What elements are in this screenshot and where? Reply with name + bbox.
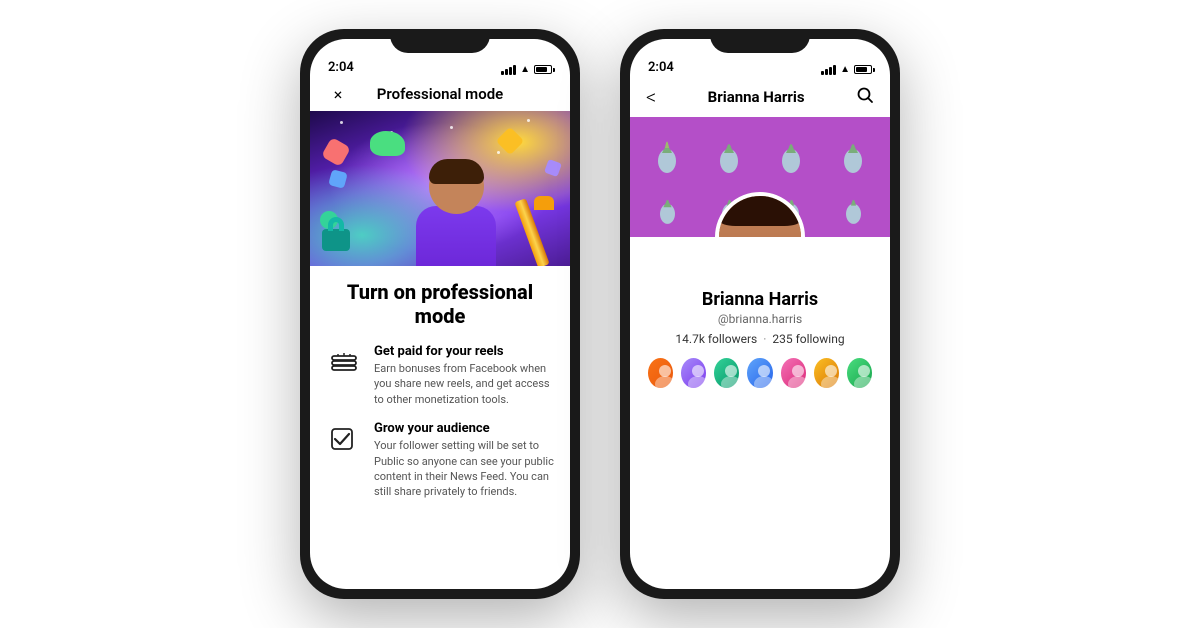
friend-avatar-1 (646, 356, 675, 390)
followers-count: 14.7k followers (675, 332, 757, 346)
friend-avatar-4 (745, 356, 774, 390)
friend-avatar-6 (812, 356, 841, 390)
main-scene: 2:04 ▲ × Professional mod (0, 0, 1200, 628)
status-icons-left: ▲ (501, 64, 552, 75)
profile-cover (630, 117, 890, 237)
phone-left: 2:04 ▲ × Professional mod (300, 29, 580, 599)
search-button[interactable] (856, 86, 874, 109)
profile-full-name: Brianna Harris (646, 289, 874, 310)
friend-avatar-7 (845, 356, 874, 390)
profile-handle: @brianna.harris (646, 312, 874, 326)
pineapple-5 (655, 187, 680, 225)
friend-avatar-5 (779, 356, 808, 390)
wifi-icon-right: ▲ (840, 64, 850, 75)
pineapple-4 (838, 129, 868, 174)
chameleon-deco (370, 131, 405, 156)
time-right: 2:04 (648, 60, 674, 75)
following-count: 235 following (772, 332, 844, 346)
telescope-deco (538, 196, 550, 266)
screen-left: 2:04 ▲ × Professional mod (310, 39, 570, 589)
hero-person (416, 159, 496, 266)
feature-reels-title: Get paid for your reels (374, 344, 554, 359)
phone1-content: Turn on professional mode (310, 266, 570, 589)
dot-separator: · (763, 332, 766, 346)
screen-title: Professional mode (377, 85, 503, 103)
profile-info: Brianna Harris @brianna.harris 14.7k fol… (630, 237, 890, 390)
signal-icon-right (821, 65, 836, 75)
profile-name-header: Brianna Harris (708, 88, 805, 106)
status-icons-right: ▲ (821, 64, 872, 75)
close-button[interactable]: × (326, 82, 350, 106)
back-button[interactable]: < (646, 85, 656, 109)
profile-avatar (715, 192, 805, 237)
battery-icon-right (854, 65, 872, 74)
battery-icon-left (534, 65, 552, 74)
lock-deco (322, 229, 350, 251)
phone1-header: × Professional mode (310, 79, 570, 111)
notch-right (710, 29, 810, 53)
friends-row (646, 356, 874, 390)
feature-audience-desc: Your follower setting will be set to Pub… (374, 438, 554, 500)
audience-icon (326, 421, 362, 457)
feature-audience-title: Grow your audience (374, 421, 554, 436)
pineapple-2 (714, 129, 744, 174)
feature-audience: Grow your audience Your follower setting… (326, 421, 554, 500)
profile-stats: 14.7k followers · 235 following (646, 332, 874, 346)
signal-icon-left (501, 65, 516, 75)
notch-left (390, 29, 490, 53)
wifi-icon-left: ▲ (520, 64, 530, 75)
phone-right: 2:04 ▲ < Brianna Harris (620, 29, 900, 599)
feature-reels: Get paid for your reels Earn bonuses fro… (326, 344, 554, 407)
phone2-header: < Brianna Harris (630, 79, 890, 117)
money-stack-icon (326, 344, 362, 380)
hero-image (310, 111, 570, 266)
pineapple-3 (776, 129, 806, 174)
pineapple-1 (652, 129, 682, 174)
feature-reels-desc: Earn bonuses from Facebook when you shar… (374, 361, 554, 407)
main-heading: Turn on professional mode (326, 280, 554, 328)
screen-right: 2:04 ▲ < Brianna Harris (630, 39, 890, 589)
time-left: 2:04 (328, 60, 354, 75)
friend-avatar-2 (679, 356, 708, 390)
pineapple-8 (841, 187, 866, 225)
friend-avatar-3 (712, 356, 741, 390)
